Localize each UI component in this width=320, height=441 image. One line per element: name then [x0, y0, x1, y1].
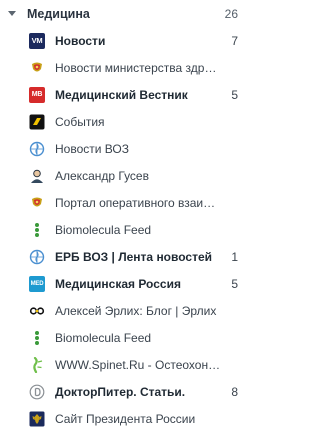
feed-item[interactable]: Сайт Президента России — [0, 405, 258, 432]
feed-label: WWW.Spinet.Ru - Остеохондроз — [55, 357, 222, 372]
feed-item[interactable]: Biomolecula Feed — [0, 216, 258, 243]
feed-item[interactable]: События — [0, 108, 258, 135]
events-logo-icon — [29, 114, 45, 130]
feed-item[interactable]: ДокторПитер. Статьи. 8 — [0, 378, 258, 405]
feed-item[interactable]: Портал оперативного взаимодействия — [0, 189, 258, 216]
feed-sidebar: Медицина 26 VM Новости 7 Новости министе… — [0, 0, 258, 441]
feed-label: Александр Гусев — [55, 168, 149, 183]
chevron-down-icon[interactable] — [8, 11, 16, 16]
feed-item[interactable]: Новости министерства здравоохранения — [0, 54, 258, 81]
feed-item[interactable]: Алексей Эрлих: Блог | Эрлих — [0, 297, 258, 324]
feed-unread-count: 1 — [231, 249, 238, 264]
feed-item[interactable]: VM Новости 7 — [0, 27, 258, 54]
feed-unread-count: 5 — [231, 276, 238, 291]
coat-of-arms-icon — [29, 195, 45, 211]
feed-item[interactable]: Новости ВОЗ — [0, 135, 258, 162]
kremlin-emblem-icon — [29, 411, 45, 427]
who-logo-icon — [29, 249, 45, 265]
spinet-logo-icon — [29, 356, 45, 373]
feed-label: События — [55, 114, 105, 129]
folder-unread-count: 26 — [224, 6, 238, 21]
med-logo-icon: MED — [29, 275, 45, 292]
feed-item[interactable]: ЕРБ ВОЗ | Лента новостей 1 — [0, 243, 258, 270]
feed-label: Медицинская Россия — [55, 276, 181, 291]
folder-medicina[interactable]: Медицина 26 — [0, 0, 258, 27]
feed-item[interactable]: Biomolecula Feed — [0, 324, 258, 351]
feed-label: Новости министерства здравоохранения — [55, 60, 222, 75]
erlikh-logo-icon — [29, 303, 45, 319]
feed-unread-count: 8 — [231, 384, 238, 399]
feed-label: Biomolecula Feed — [55, 222, 152, 237]
feed-label: ДокторПитер. Статьи. — [55, 384, 186, 399]
feed-label: Сайт Президента России — [55, 411, 196, 426]
feed-item[interactable]: Александр Гусев — [0, 162, 258, 189]
feed-label: Новости — [55, 33, 106, 48]
feed-label: ЕРБ ВОЗ | Лента новостей — [55, 249, 213, 264]
feed-item[interactable]: MB Медицинский Вестник 5 — [0, 81, 258, 108]
feed-unread-count: 5 — [231, 87, 238, 102]
biomolecula-icon — [29, 330, 45, 346]
coat-of-arms-icon — [29, 60, 45, 76]
feed-label: Медицинский Вестник — [55, 87, 188, 102]
feed-unread-count: 7 — [231, 33, 238, 48]
feed-label: Алексей Эрлих: Блог | Эрлих — [55, 303, 217, 318]
feed-item[interactable]: MED Медицинская Россия 5 — [0, 270, 258, 297]
person-avatar-icon — [29, 168, 45, 184]
feed-item[interactable]: WWW.Spinet.Ru - Остеохондроз — [0, 351, 258, 378]
feed-label: Портал оперативного взаимодействия — [55, 195, 222, 210]
vm-logo-icon: VM — [29, 32, 45, 49]
feed-label: Новости ВОЗ — [55, 141, 129, 156]
doctorpiter-logo-icon — [29, 384, 45, 400]
folder-title: Медицина — [27, 6, 90, 21]
mv-logo-icon: MB — [29, 86, 45, 103]
biomolecula-icon — [29, 222, 45, 238]
feed-label: Biomolecula Feed — [55, 330, 152, 345]
who-logo-icon — [29, 141, 45, 157]
